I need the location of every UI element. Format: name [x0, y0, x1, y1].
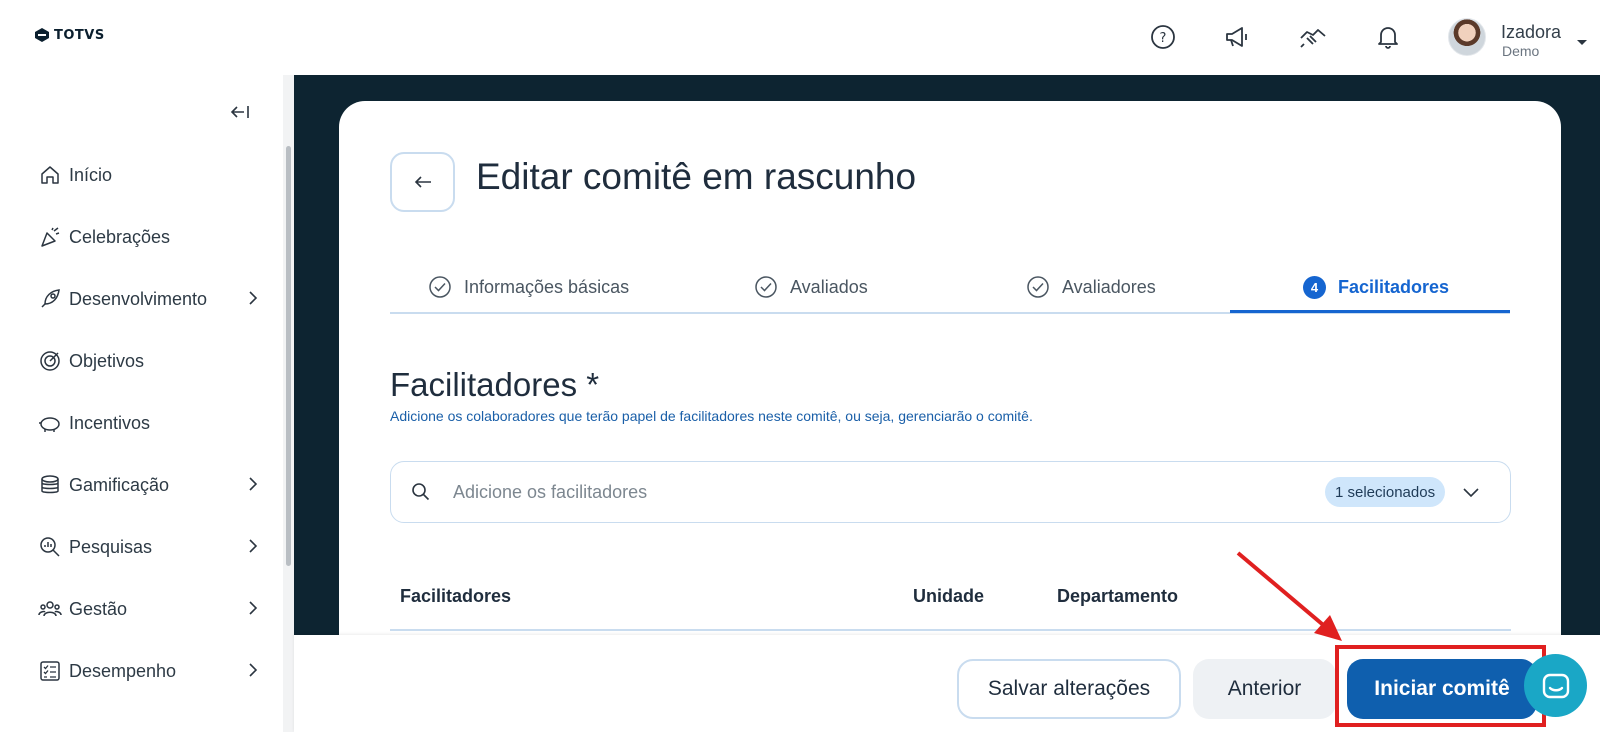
column-header-unidade[interactable]: Unidade	[913, 586, 984, 607]
user-menu-caret-icon[interactable]	[1576, 34, 1588, 52]
user-name[interactable]: Izadora	[1501, 22, 1561, 43]
step-label: Informações básicas	[464, 276, 630, 297]
search-icon	[411, 482, 431, 507]
sidebar-item-celebracoes[interactable]: Celebrações	[38, 219, 258, 255]
chevron-right-icon	[248, 538, 258, 559]
section-description: Adicione os colaboradores que terão pape…	[390, 408, 1033, 424]
rocket-icon	[38, 287, 62, 311]
checklist-icon	[38, 659, 62, 683]
user-role: Demo	[1502, 43, 1540, 59]
step-label: Avaliados	[790, 276, 868, 297]
target-icon	[38, 349, 62, 373]
step-avaliados[interactable]: Avaliados	[754, 262, 868, 312]
sidebar: Início Celebrações Desenvolvimento Objet…	[0, 75, 294, 732]
check-circle-icon	[429, 276, 451, 298]
save-changes-button[interactable]: Salvar alterações	[957, 659, 1181, 719]
help-icon[interactable]: ?	[1148, 22, 1178, 52]
chat-icon	[1542, 673, 1569, 698]
sidebar-item-pesquisas[interactable]: Pesquisas	[38, 529, 258, 565]
top-bar: TOTVS ? Izadora Demo	[0, 0, 1600, 75]
logo-text: TOTVS	[54, 27, 105, 43]
home-icon	[38, 163, 62, 187]
highlight-box	[1335, 645, 1546, 727]
chevron-right-icon	[248, 662, 258, 683]
sidebar-item-label: Desempenho	[69, 660, 177, 681]
sidebar-item-label: Desenvolvimento	[69, 288, 208, 309]
party-icon	[38, 225, 62, 249]
sidebar-item-desenvolvimento[interactable]: Desenvolvimento	[38, 281, 258, 317]
annotation-arrow-icon	[1236, 551, 1342, 641]
facilitators-search-select[interactable]: 1 selecionados	[390, 461, 1511, 523]
step-label: Avaliadores	[1062, 276, 1156, 297]
sidebar-item-label: Pesquisas	[69, 536, 153, 557]
step-number-badge: 4	[1303, 275, 1326, 299]
sidebar-item-label: Incentivos	[69, 412, 151, 433]
people-icon	[38, 597, 62, 621]
page-title: Editar comitê em rascunho	[476, 156, 917, 197]
sidebar-item-label: Gestão	[69, 598, 128, 619]
sidebar-item-incentivos[interactable]: Incentivos	[38, 405, 258, 441]
stepper: Informações básicas Avaliados Avaliadore…	[390, 262, 1510, 314]
chat-launcher-button[interactable]	[1524, 654, 1587, 717]
sidebar-item-inicio[interactable]: Início	[38, 157, 258, 193]
megaphone-icon[interactable]	[1222, 22, 1252, 52]
step-facilitadores[interactable]: 4 Facilitadores	[1303, 262, 1449, 312]
arrow-left-icon	[414, 176, 431, 188]
chevron-right-icon	[248, 476, 258, 497]
piggy-bank-icon	[38, 411, 62, 435]
coins-icon	[38, 473, 62, 497]
sidebar-item-label: Início	[69, 164, 113, 185]
back-button[interactable]	[390, 152, 455, 212]
sidebar-item-gestao[interactable]: Gestão	[38, 591, 258, 627]
logo-mark-icon	[35, 28, 49, 42]
check-circle-icon	[1027, 276, 1049, 298]
sidebar-item-label: Celebrações	[69, 226, 171, 247]
sidebar-scrollbar[interactable]	[286, 146, 291, 566]
handshake-icon[interactable]	[1298, 22, 1328, 52]
previous-button[interactable]: Anterior	[1193, 659, 1336, 719]
sidebar-item-gamificacao[interactable]: Gamificação	[38, 467, 258, 503]
sidebar-item-desempenho[interactable]: Desempenho	[38, 653, 258, 689]
section-title: Facilitadores *	[390, 366, 600, 403]
search-chart-icon	[38, 535, 62, 559]
sidebar-item-label: Gamificação	[69, 474, 170, 495]
collapse-sidebar-icon[interactable]	[228, 100, 252, 124]
check-circle-icon	[755, 276, 777, 298]
step-avaliadores[interactable]: Avaliadores	[1026, 262, 1156, 312]
search-input[interactable]	[453, 478, 1253, 506]
sidebar-item-label: Objetivos	[69, 350, 145, 371]
bell-icon[interactable]	[1373, 22, 1403, 52]
step-informacoes-basicas[interactable]: Informações básicas	[428, 262, 629, 312]
chevron-right-icon	[248, 600, 258, 621]
svg-text:?: ?	[1160, 31, 1167, 46]
sidebar-item-objetivos[interactable]: Objetivos	[38, 343, 258, 379]
chevron-down-icon[interactable]	[1461, 482, 1481, 507]
totvs-logo[interactable]: TOTVS	[34, 27, 105, 43]
user-avatar[interactable]	[1448, 18, 1486, 56]
chevron-right-icon	[248, 290, 258, 311]
step-label: Facilitadores	[1338, 276, 1450, 297]
column-header-facilitadores[interactable]: Facilitadores	[400, 586, 511, 607]
column-header-departamento[interactable]: Departamento	[1057, 586, 1178, 607]
selected-count-badge: 1 selecionados	[1325, 477, 1446, 507]
active-step-indicator	[1230, 310, 1510, 313]
